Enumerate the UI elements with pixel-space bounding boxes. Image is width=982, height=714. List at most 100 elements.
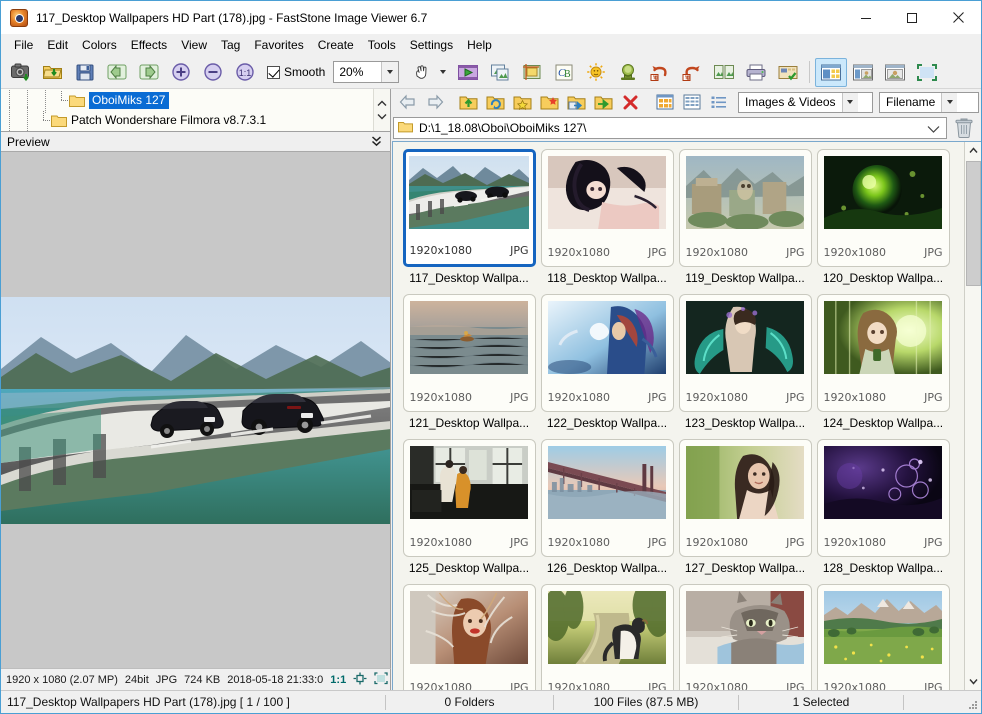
hand-tool-dropdown[interactable] [405,58,448,87]
delete-icon[interactable] [617,91,644,114]
thumbnail-item[interactable]: 1920x1080JPG [538,584,676,690]
scrollbar-track[interactable] [965,159,981,673]
folder-tree[interactable]: OboiMiks 127 Patch Wondershare Filmora v… [1,89,391,132]
preview-view-icon[interactable] [879,58,911,87]
thumbnail-frame[interactable]: 1920x1080JPG [817,584,950,690]
tree-item-patch[interactable]: Patch Wondershare Filmora v8.7.3.1 [1,110,373,130]
thumbnail-item[interactable]: 1920x1080JPG121_Desktop Wallpa... [400,294,538,439]
path-input[interactable]: D:\1_18.08\Oboi\OboiMiks 127\ [393,117,947,139]
smooth-checkbox-box[interactable] [267,66,280,79]
thumbnail-item[interactable]: 1920x1080JPG [814,584,952,690]
thumbnail-item[interactable]: 1920x1080JPG119_Desktop Wallpa... [676,149,814,294]
print-icon[interactable] [740,58,772,87]
fullscreen-icon[interactable] [911,58,943,87]
thumbnail-item[interactable]: 1920x1080JPG [676,584,814,690]
next-icon[interactable] [133,58,165,87]
filmstrip-view-icon[interactable] [847,58,879,87]
new-folder-icon[interactable] [536,91,563,114]
thumbnail-item[interactable]: 1920x1080JPG120_Desktop Wallpa... [814,149,952,294]
thumbnail-item[interactable]: 1920x1080JPG123_Desktop Wallpa... [676,294,814,439]
thumbnail-frame[interactable]: 1920x1080JPG [403,149,536,267]
resize-grip[interactable] [967,699,978,710]
thumbnail-item[interactable]: 1920x1080JPG128_Desktop Wallpa... [814,439,952,584]
folder-tree-scrollbar[interactable] [373,89,390,131]
thumbnail-frame[interactable]: 1920x1080JPG [817,439,950,557]
thumbnail-frame[interactable]: 1920x1080JPG [679,149,812,267]
double-chevron-down-icon[interactable] [371,134,382,151]
forward-icon[interactable] [421,91,448,114]
zoom-out-icon[interactable] [197,58,229,87]
thumbnails-icon[interactable] [651,91,678,114]
hand-dropdown-arrow-icon[interactable] [437,70,448,74]
thumbnail-item[interactable]: 1920x1080JPG124_Desktop Wallpa... [814,294,952,439]
preview-pane[interactable] [1,152,391,668]
menu-tag[interactable]: Tag [214,36,247,54]
recycle-bin-icon[interactable] [951,116,977,140]
fit-screen-icon[interactable] [374,672,388,688]
thumbnail-item[interactable]: 1920x1080JPG127_Desktop Wallpa... [676,439,814,584]
compare-icon[interactable] [484,58,516,87]
thumbnail-item[interactable]: 1920x1080JPG118_Desktop Wallpa... [538,149,676,294]
close-button[interactable] [935,1,981,34]
menu-help[interactable]: Help [460,36,499,54]
zoom-in-icon[interactable] [165,58,197,87]
thumbnail-frame[interactable]: 1920x1080JPG [679,584,812,690]
rotate-left-icon[interactable] [644,58,676,87]
thumbnail-item[interactable]: 1920x1080JPG126_Desktop Wallpa... [538,439,676,584]
menu-effects[interactable]: Effects [124,36,174,54]
scroll-up-icon[interactable] [965,142,982,159]
thumbnail-frame[interactable]: 1920x1080JPG [403,439,536,557]
favorite-folder-icon[interactable] [509,91,536,114]
thumbnail-frame[interactable]: 1920x1080JPG [679,439,812,557]
save-icon[interactable] [69,58,101,87]
details-icon[interactable] [705,91,732,114]
scroll-down-icon[interactable] [376,111,389,122]
previous-icon[interactable] [101,58,133,87]
thumbnail-frame[interactable]: 1920x1080JPG [403,584,536,690]
copy-to-folder-icon[interactable] [563,91,590,114]
thumbnail-item[interactable]: 1920x1080JPG [400,584,538,690]
tree-item-oboimiks[interactable]: OboiMiks 127 [1,90,373,110]
thumbnail-frame[interactable]: 1920x1080JPG [403,294,536,412]
thumbnail-frame[interactable]: 1920x1080JPG [679,294,812,412]
thumbnail-item[interactable]: 1920x1080JPG117_Desktop Wallpa... [400,149,538,294]
color-adjust-icon[interactable]: C B [548,58,580,87]
rotate-right-icon[interactable] [676,58,708,87]
sort-combo[interactable]: Filename [879,92,979,113]
menu-tools[interactable]: Tools [361,36,403,54]
zoom-level-combo[interactable]: 20% [333,61,399,83]
thumbnail-view-icon[interactable] [815,58,847,87]
menu-create[interactable]: Create [311,36,361,54]
thumbnail-frame[interactable]: 1920x1080JPG [541,294,674,412]
screen-capture-icon[interactable] [5,58,37,87]
scroll-up-icon[interactable] [376,98,389,109]
file-filter-combo[interactable]: Images & Videos [738,92,873,113]
smooth-checkbox[interactable]: Smooth [267,65,325,79]
thumbnail-item[interactable]: 1920x1080JPG125_Desktop Wallpa... [400,439,538,584]
slideshow-icon[interactable] [452,58,484,87]
actual-size-icon[interactable]: 1:1 [229,58,261,87]
thumbnail-frame[interactable]: 1920x1080JPG [817,294,950,412]
menu-edit[interactable]: Edit [40,36,75,54]
refresh-folder-icon[interactable] [482,91,509,114]
chevron-down-icon[interactable] [927,123,940,137]
zoom-dropdown-arrow-icon[interactable] [381,62,398,82]
red-eye-icon[interactable] [612,58,644,87]
minimize-button[interactable] [843,1,889,34]
move-to-folder-icon[interactable] [590,91,617,114]
open-folder-icon[interactable] [37,58,69,87]
thumbnail-scrollbar[interactable] [964,142,981,690]
menu-colors[interactable]: Colors [75,36,124,54]
email-icon[interactable] [772,58,804,87]
thumbnail-frame[interactable]: 1920x1080JPG [541,149,674,267]
resize-icon[interactable] [708,58,740,87]
up-folder-icon[interactable] [455,91,482,114]
file-filter-dropdown-arrow-icon[interactable] [842,93,858,112]
thumbnail-frame[interactable]: 1920x1080JPG [541,439,674,557]
menu-file[interactable]: File [7,36,40,54]
thumbnail-item[interactable]: 1920x1080JPG122_Desktop Wallpa... [538,294,676,439]
thumbnail-frame[interactable]: 1920x1080JPG [541,584,674,690]
list-icon[interactable] [678,91,705,114]
menu-view[interactable]: View [174,36,214,54]
back-icon[interactable] [394,91,421,114]
